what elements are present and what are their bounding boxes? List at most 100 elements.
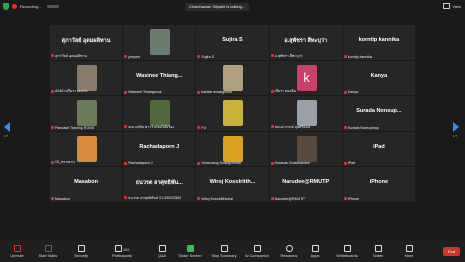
participant-name-label: Masabon [51,197,70,201]
participant-tile[interactable]: Surada Nonsup... Surada Nonsuphap [342,96,415,131]
participant-count: 194 [123,248,129,252]
summary-icon [220,245,228,252]
muted-mic-icon [343,197,347,200]
apps-icon [311,245,319,252]
participants-icon [115,245,123,252]
participant-display-name: อ.สุพัชรา สี่ทะบุว่า [284,38,328,44]
toolbar-ai-companion-button[interactable]: AI Companion [240,242,274,258]
end-meeting-button[interactable]: End [443,247,460,256]
recording-controls[interactable] [46,5,59,8]
view-button[interactable]: View [443,3,461,9]
notes-icon [374,245,382,252]
participant-name-label: Pancake Training RONE [51,126,94,130]
participant-tile[interactable]: iPad iPad [342,131,415,166]
participant-display-name: iPad [373,143,385,150]
participant-tile[interactable]: iPhone iPhone [342,167,415,202]
participant-name-label: Sujira S [197,55,214,59]
participant-label-text: สุภาวัลย์ อุดมผลิทาน [55,53,87,58]
arrow-right-icon [453,122,459,132]
previous-page-button[interactable]: 1/7 [4,122,12,138]
participant-video [223,100,244,126]
participant-name-label: ลนนภาภรณ์ ลุยศรีลอน [270,124,311,130]
participant-label-text: Kanya [347,90,358,94]
participant-name-label: Kanya [343,90,358,94]
toolbar-apps-button[interactable]: Apps [298,242,332,258]
participant-tile[interactable]: พ.ต.กฤษิต ศาวโนรัตน์นิธีเรื่อง [123,96,196,131]
participant-name-label: iPad [343,161,355,165]
muted-mic-icon [51,54,54,57]
participant-tile[interactable]: Sujira S Sujira S [196,25,269,60]
participant-tile[interactable]: Kanya Kanya [342,60,415,95]
toolbar-share-screen-button[interactable]: Share Screen [173,242,207,258]
participant-tile[interactable]: สุภาวัลย์ อุดมผลิทาน สุภาวัลย์ อุดมผลิทาน [50,25,123,60]
participant-tile[interactable]: ธนวรต ลาศุทธิพัน... ธนวรต ลาศุทธิพันธ์ 01… [123,167,196,202]
participant-tile[interactable]: Wasinee Thiang... Wasinee Thiangsook [123,60,196,95]
muted-mic-icon [197,90,201,94]
muted-mic-icon [197,55,201,58]
participant-tile[interactable]: Surasak Chakhiandee [269,131,342,166]
toolbar-icon-wrap [0,242,34,252]
participant-display-name: Masabon [74,179,99,185]
toolbar-label: Stop Summary [211,254,237,258]
toolbar-label: Security [74,254,88,258]
toolbar-start-video-button[interactable]: Start Video [31,242,65,258]
participant-display-name: iPhone [369,179,389,185]
recording-label: Recording... [20,4,42,9]
toolbar-label: Unmute [10,254,24,258]
participant-display-name: Kanya [370,72,388,79]
toolbar-icon-wrap [173,242,207,252]
muted-mic-icon [197,161,201,165]
participant-name-label: Voravuang Duangchinda [197,161,241,165]
qa-icon [158,245,166,252]
participant-tile[interactable]: Wiroj Kosolritth... Wiroj Kosolritthichai [196,167,269,202]
participant-tile[interactable]: korntip kannika korntip kannika [342,25,415,60]
participant-video [296,135,317,162]
participant-tile[interactable]: Narudee@RMUTP Narudee@RMUTP [269,167,342,202]
participant-tile[interactable]: Rachadaporn J Rachadaporn J [123,131,196,166]
muted-mic-icon [270,89,274,93]
toolbar-notes-button[interactable]: Notes [361,242,395,258]
toolbar-icon-wrap [392,242,426,252]
toolbar-whiteboards-button[interactable]: Whiteboards [330,242,364,258]
participant-name-label: พ.ต.กฤษิต ศาวโนรัตน์นิธีเรื่อง [124,124,174,130]
muted-mic-icon [270,54,274,57]
gallery-view-icon [443,3,451,9]
participant-tile[interactable]: jumpen [123,25,196,60]
participant-display-name: ธนวรต ลาศุทธิพัน... [135,180,183,186]
participant-tile[interactable]: A048 เปรียวา สมหวัง [50,60,123,95]
toolbar-participants-button[interactable]: 194 Participants [105,242,139,258]
participant-video: k [296,64,317,91]
toolbar-stop-summary-button[interactable]: Stop Summary [207,242,241,258]
participant-display-name: Surada Nonsup... [356,108,402,114]
participant-tile[interactable]: k เกียรา ทองคิม [269,60,342,95]
participant-label-text: ลนนภาภรณ์ ลุยศรีลอน [274,124,311,129]
toolbar-icon-wrap [207,242,241,252]
participant-display-name: Sujira S [222,37,243,43]
toolbar-security-button[interactable]: Security [64,242,98,258]
toolbar-more-button[interactable]: More [392,242,426,258]
participant-display-name: korntip kannika [358,37,400,43]
toolbar-icon-wrap: 194 [105,242,139,252]
participant-label-text: เกียรา ทองคิม [274,89,297,93]
participant-tile[interactable]: 03_ทรายเกว [50,131,123,166]
toolbar-label: AI Companion [244,254,270,258]
participant-tile[interactable]: อ.สุพัชรา สี่ทะบุว่า อ.สุพัชรา สี่ทะบุว่า [269,25,342,60]
participant-tile[interactable]: Voravuang Duangchinda [196,131,269,166]
participant-tile[interactable]: Pancake Training RONE [50,96,123,131]
participant-tile[interactable]: ลนนภาภรณ์ ลุยศรีลอน [269,96,342,131]
arrow-left-icon [4,122,10,132]
toolbar-icon-wrap [240,242,274,252]
participant-video [150,29,171,55]
participant-tile[interactable]: Foi [196,96,269,131]
whiteboard-icon [343,245,351,252]
participant-tile[interactable]: Masabon Masabon [50,167,123,202]
participant-label-text: Narudee@RMUTP [274,196,305,201]
recording-indicator[interactable]: Recording... [3,3,59,10]
muted-mic-icon [124,161,128,165]
next-page-button[interactable]: 1/7 [453,122,461,138]
participant-name-label: สุภาวัลย์ อุดมผลิทาน [51,53,87,59]
participant-tile[interactable]: kanitar muangchoo [196,60,269,95]
toolbar-unmute-button[interactable]: Unmute [0,242,34,258]
muted-mic-icon [51,197,54,200]
participant-gallery: สุภาวัลย์ อุดมผลิทาน สุภาวัลย์ อุดมผลิทาน… [50,25,415,237]
